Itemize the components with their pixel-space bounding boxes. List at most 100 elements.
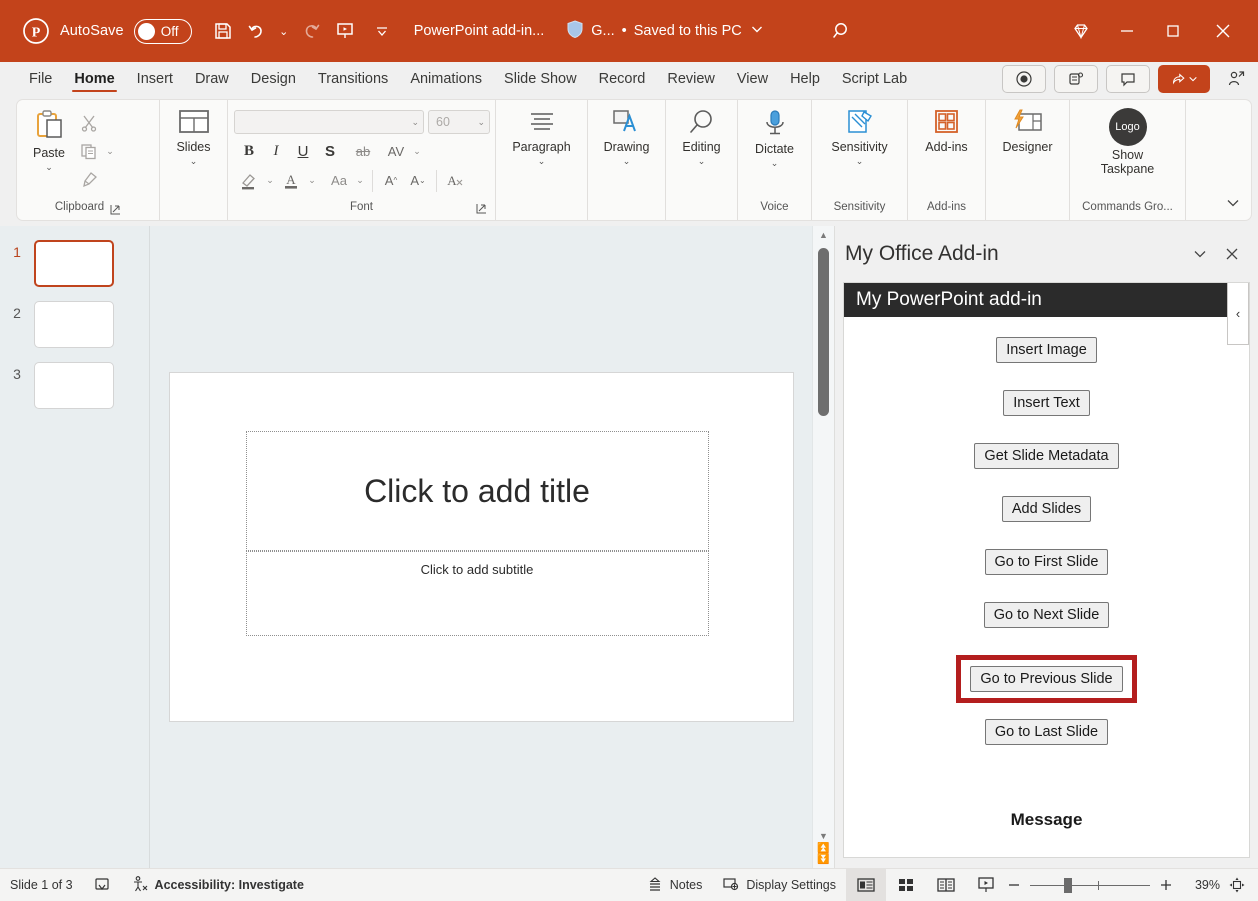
next-slide-double-down-icon[interactable]: ⏬ (817, 855, 829, 865)
slide-thumbnail-pane[interactable]: 1 2 3 (0, 226, 150, 868)
scrollbar-track[interactable] (813, 244, 834, 827)
maximize-icon[interactable] (1150, 9, 1196, 53)
highlighter-icon[interactable] (236, 168, 262, 193)
sensitivity-chevron-down-icon[interactable]: ⌄ (856, 156, 864, 167)
increase-font-size-button[interactable]: A ^ (378, 168, 404, 193)
view-slideshow-icon[interactable] (966, 869, 1006, 901)
tab-design[interactable]: Design (240, 67, 307, 96)
thumbnail-item[interactable]: 3 (0, 362, 149, 409)
character-spacing-button[interactable]: AV (383, 139, 409, 164)
zoom-slider[interactable] (1030, 877, 1150, 893)
undo-chevron-down-icon[interactable]: ⌄ (274, 14, 294, 48)
tab-transitions[interactable]: Transitions (307, 67, 399, 96)
editing-chevron-down-icon[interactable]: ⌄ (698, 156, 706, 167)
accessibility-status[interactable]: Accessibility: Investigate (121, 869, 314, 901)
paste-chevron-down-icon[interactable]: ⌄ (45, 162, 53, 173)
taskpane-close-icon[interactable] (1216, 238, 1248, 270)
go-to-next-slide-button[interactable]: Go to Next Slide (983, 602, 1110, 628)
copy-icon[interactable] (75, 138, 103, 164)
thumbnail-preview[interactable] (34, 301, 114, 348)
zoom-percent[interactable]: 39% (1182, 878, 1220, 892)
thumbnail-item[interactable]: 2 (0, 301, 149, 348)
editing-button[interactable]: Editing ⌄ (674, 106, 728, 169)
add-slides-button[interactable]: Add Slides (1001, 496, 1092, 522)
record-circle-icon[interactable] (1002, 65, 1046, 93)
thumbnail-preview[interactable] (34, 362, 114, 409)
slide-canvas-area[interactable]: Click to add title Click to add subtitle (150, 226, 812, 868)
tab-animations[interactable]: Animations (399, 67, 493, 96)
tab-draw[interactable]: Draw (184, 67, 240, 96)
italic-button[interactable]: I (263, 139, 289, 164)
slide-count-indicator[interactable]: Slide 1 of 3 (0, 869, 83, 901)
clear-formatting-icon[interactable]: A (442, 168, 468, 193)
font-size-chevron-down-icon[interactable]: ⌄ (477, 117, 485, 128)
tab-home[interactable]: Home (63, 67, 125, 96)
decrease-font-size-button[interactable]: A ⌄ (405, 168, 431, 193)
underline-button[interactable]: U (290, 139, 316, 164)
zoom-slider-handle[interactable] (1063, 877, 1072, 893)
show-taskpane-button[interactable]: Logo Show Taskpane (1084, 106, 1172, 179)
bold-button[interactable]: B (236, 139, 262, 164)
minimize-icon[interactable] (1104, 9, 1150, 53)
close-icon[interactable] (1196, 9, 1250, 53)
go-to-first-slide-button[interactable]: Go to First Slide (984, 549, 1109, 575)
zoom-in-plus-icon[interactable] (1158, 877, 1174, 893)
tab-insert[interactable]: Insert (126, 67, 184, 96)
dictate-button[interactable]: Dictate ⌄ (747, 106, 802, 171)
proofing-icon[interactable] (83, 869, 121, 901)
view-slide-sorter-icon[interactable] (886, 869, 926, 901)
fit-to-window-icon[interactable] (1228, 876, 1252, 894)
search-icon[interactable] (825, 14, 859, 48)
paragraph-chevron-down-icon[interactable]: ⌄ (538, 156, 546, 167)
view-normal-icon[interactable] (846, 869, 886, 901)
paragraph-button[interactable]: Paragraph ⌄ (504, 106, 578, 169)
change-case-chevron-down-icon[interactable]: ⌄ (353, 168, 367, 193)
slides-chevron-down-icon[interactable]: ⌄ (190, 156, 198, 167)
text-shadow-button[interactable]: S (317, 139, 343, 164)
save-icon[interactable] (206, 14, 240, 48)
slide-editor[interactable]: Click to add title Click to add subtitle (168, 372, 794, 722)
designer-button[interactable]: Designer (994, 106, 1060, 157)
addin-collapse-chevron-left-icon[interactable]: ‹ (1227, 283, 1249, 345)
character-spacing-chevron-down-icon[interactable]: ⌄ (410, 139, 424, 164)
canvas-vertical-scrollbar[interactable]: ▲ ▼ ⏫ ⏬ (812, 226, 834, 868)
teams-present-icon[interactable] (1054, 65, 1098, 93)
dictate-chevron-down-icon[interactable]: ⌄ (771, 158, 779, 169)
save-state-group[interactable]: G... • Saved to this PC (566, 19, 764, 44)
tab-review[interactable]: Review (656, 67, 726, 96)
thumbnail-item[interactable]: 1 (0, 240, 149, 287)
scroll-up-triangle-up-icon[interactable]: ▲ (819, 226, 828, 244)
tab-script-lab[interactable]: Script Lab (831, 67, 918, 96)
start-presentation-icon[interactable] (328, 14, 362, 48)
document-title[interactable]: PowerPoint add-in... (414, 23, 545, 39)
addins-button[interactable]: Add-ins (917, 106, 975, 157)
person-share-icon[interactable] (1218, 65, 1254, 93)
insert-text-button[interactable]: Insert Text (1003, 390, 1090, 416)
thumbnail-preview[interactable] (34, 240, 114, 287)
get-slide-metadata-button[interactable]: Get Slide Metadata (974, 443, 1119, 469)
display-settings-button[interactable]: Display Settings (712, 869, 846, 901)
notes-button[interactable]: Notes (636, 869, 713, 901)
change-case-button[interactable]: Aa (326, 168, 352, 193)
cut-icon[interactable] (75, 110, 103, 136)
paste-button[interactable]: Paste ⌄ (17, 106, 75, 175)
drawing-button[interactable]: Drawing ⌄ (596, 106, 658, 169)
share-button[interactable] (1158, 65, 1210, 93)
tab-help[interactable]: Help (779, 67, 831, 96)
zoom-out-minus-icon[interactable] (1006, 877, 1022, 893)
tab-slide-show[interactable]: Slide Show (493, 67, 588, 96)
comment-icon[interactable] (1106, 65, 1150, 93)
strikethrough-button[interactable]: ab (350, 139, 376, 164)
diamond-icon[interactable] (1058, 9, 1104, 53)
font-name-input[interactable]: ⌄ (234, 110, 424, 134)
drawing-chevron-down-icon[interactable]: ⌄ (623, 156, 631, 167)
redo-icon[interactable] (294, 14, 328, 48)
font-size-input[interactable]: 60 ⌄ (428, 110, 490, 134)
autosave-toggle[interactable]: Off (133, 18, 192, 44)
font-color-chevron-down-icon[interactable]: ⌄ (305, 168, 319, 193)
go-to-last-slide-button[interactable]: Go to Last Slide (984, 719, 1109, 745)
format-painter-icon[interactable] (75, 166, 103, 192)
scrollbar-thumb[interactable] (818, 248, 829, 416)
collapse-ribbon-chevron-down-icon[interactable] (1225, 195, 1241, 214)
view-reading-icon[interactable] (926, 869, 966, 901)
